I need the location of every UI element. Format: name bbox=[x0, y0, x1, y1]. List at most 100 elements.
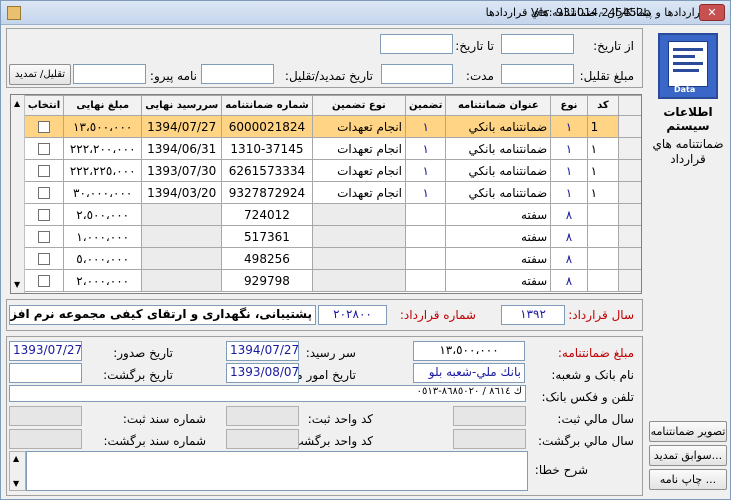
cell-final-amount[interactable]: ١٣،٥٠٠،٠٠٠ bbox=[63, 115, 143, 138]
cell-guarantee-type[interactable]: انجام تعهدات bbox=[311, 159, 407, 182]
col-final-amount[interactable]: مبلغ نهایی bbox=[63, 95, 143, 116]
cell-type[interactable]: ١ bbox=[550, 159, 588, 182]
table-row[interactable]: ١٣،٥٠٠،٠٠٠ 1394/07/27 6000021824 انجام تعهد… bbox=[11, 115, 641, 138]
cell-title[interactable]: سفته bbox=[445, 269, 552, 292]
cell-guarantee[interactable]: ١ bbox=[404, 137, 447, 160]
cell-type[interactable]: ٨ bbox=[550, 269, 588, 292]
cell-title[interactable]: سفته bbox=[445, 203, 552, 226]
contract-number-input[interactable]: ٢٠٢٨٠٠ bbox=[318, 305, 387, 325]
cell-guarantee-number[interactable]: 1310-37145 bbox=[221, 137, 313, 160]
cell-code[interactable] bbox=[586, 247, 620, 270]
table-row[interactable]: ٥،٠٠٠،٠٠٠ 498256 سفته ٨ bbox=[11, 247, 641, 270]
cell-guarantee-number[interactable]: 517361 bbox=[221, 225, 313, 248]
scroll-up-icon[interactable]: ▲ bbox=[13, 454, 19, 463]
checkbox[interactable] bbox=[38, 143, 51, 155]
cell-row-gutter[interactable] bbox=[618, 247, 641, 270]
cell-select-checkbox[interactable] bbox=[23, 159, 65, 182]
table-row[interactable]: ٢٢٢،٢٠٠،٠٠٠ 1394/06/31 1310-37145 انجام تعه… bbox=[11, 137, 641, 160]
duration-input[interactable] bbox=[381, 64, 453, 84]
scroll-up-icon[interactable]: ▲ bbox=[14, 99, 20, 108]
cell-code[interactable] bbox=[586, 225, 620, 248]
finance-date-input[interactable]: 1393/08/07 bbox=[226, 363, 299, 383]
cell-code[interactable] bbox=[586, 269, 620, 292]
col-title[interactable]: عنوان ضمانتنامه bbox=[445, 95, 552, 116]
cell-final-due[interactable]: 1394/07/27 bbox=[141, 115, 223, 138]
cell-select-checkbox[interactable] bbox=[23, 247, 65, 270]
col-final-due[interactable]: سررسید نهایی bbox=[141, 95, 223, 116]
cell-code[interactable]: ١ bbox=[586, 181, 620, 204]
cell-guarantee-type[interactable] bbox=[311, 269, 407, 292]
cell-final-due[interactable]: 1394/06/31 bbox=[141, 137, 223, 160]
close-button[interactable]: ✕ bbox=[699, 4, 725, 21]
cell-title[interactable]: ضمانتنامه بانكي bbox=[445, 181, 552, 204]
cell-row-gutter[interactable] bbox=[618, 269, 641, 292]
cell-code[interactable]: ١ bbox=[586, 137, 620, 160]
table-row[interactable]: ١،٠٠٠،٠٠٠ 517361 سفته ٨ bbox=[11, 225, 641, 248]
col-select[interactable]: انتخاب bbox=[23, 95, 65, 116]
cell-row-gutter[interactable] bbox=[618, 225, 641, 248]
table-scrollbar[interactable]: ▲ ▼ bbox=[11, 95, 25, 293]
guarantee-image-button[interactable]: تصویر ضمانتنامه bbox=[649, 421, 727, 442]
cell-guarantee[interactable] bbox=[404, 225, 447, 248]
col-guarantee[interactable]: تضمین bbox=[404, 95, 447, 116]
cell-guarantee-type[interactable]: انجام تعهدات bbox=[311, 181, 407, 204]
col-code[interactable]: کد bbox=[586, 95, 620, 116]
cell-select-checkbox[interactable] bbox=[23, 115, 65, 138]
cell-row-gutter[interactable] bbox=[618, 137, 641, 160]
reduce-extend-button[interactable]: تقلیل/ تمدید bbox=[9, 64, 71, 85]
cell-guarantee-number[interactable]: 724012 bbox=[221, 203, 313, 226]
cell-guarantee-type[interactable] bbox=[311, 247, 407, 270]
ext-date-input[interactable] bbox=[201, 64, 274, 84]
cell-final-amount[interactable]: ٢،٥٠٠،٠٠٠ bbox=[63, 203, 143, 226]
error-scrollbar[interactable]: ▲ ▼ bbox=[9, 451, 26, 491]
cell-guarantee-number[interactable]: 6000021824 bbox=[221, 115, 313, 138]
cell-guarantee-number[interactable]: 6261573334 bbox=[221, 159, 313, 182]
cell-final-amount[interactable]: ٢٢٢،٢٠٠،٠٠٠ bbox=[63, 137, 143, 160]
col-type[interactable]: نوع bbox=[550, 95, 588, 116]
checkbox[interactable] bbox=[38, 165, 51, 177]
cell-select-checkbox[interactable] bbox=[23, 137, 65, 160]
cell-select-checkbox[interactable] bbox=[23, 269, 65, 292]
cell-type[interactable]: ٨ bbox=[550, 225, 588, 248]
cell-final-due[interactable]: 1394/03/20 bbox=[141, 181, 223, 204]
fiscal-year-reg-input[interactable] bbox=[453, 406, 526, 426]
cell-title[interactable]: ضمانتنامه بانكي bbox=[445, 115, 552, 138]
checkbox[interactable] bbox=[38, 209, 51, 221]
table-row[interactable]: ٢،٠٠٠،٠٠٠ 929798 سفته ٨ bbox=[11, 269, 641, 292]
cell-title[interactable]: ضمانتنامه بانكي bbox=[445, 159, 552, 182]
cell-final-due[interactable] bbox=[141, 225, 223, 248]
cell-guarantee-number[interactable]: 9327872924 bbox=[221, 181, 313, 204]
unit-reg-input[interactable] bbox=[226, 406, 299, 426]
cell-type[interactable]: ١ bbox=[550, 181, 588, 204]
col-guarantee-number[interactable]: شماره ضمانتنامه bbox=[221, 95, 313, 116]
extension-history-button[interactable]: سوابق تمدید... bbox=[649, 445, 727, 466]
checkbox[interactable] bbox=[38, 253, 51, 265]
cell-type[interactable]: ٨ bbox=[550, 203, 588, 226]
cell-type[interactable]: ١ bbox=[550, 115, 588, 138]
cell-title[interactable]: سفته bbox=[445, 247, 552, 270]
scroll-down-icon[interactable]: ▼ bbox=[13, 479, 19, 488]
checkbox[interactable] bbox=[38, 231, 51, 243]
cell-final-amount[interactable]: ٥،٠٠٠،٠٠٠ bbox=[63, 247, 143, 270]
cell-code[interactable] bbox=[586, 203, 620, 226]
cell-type[interactable]: ٨ bbox=[550, 247, 588, 270]
cell-guarantee[interactable]: ١ bbox=[404, 159, 447, 182]
cell-select-checkbox[interactable] bbox=[23, 203, 65, 226]
cell-final-due[interactable]: 1393/07/30 bbox=[141, 159, 223, 182]
table-row[interactable]: ٢،٥٠٠،٠٠٠ 724012 سفته ٨ bbox=[11, 203, 641, 226]
cell-final-due[interactable] bbox=[141, 247, 223, 270]
cell-type[interactable]: ١ bbox=[550, 137, 588, 160]
doc-ret-input[interactable] bbox=[9, 429, 82, 449]
cell-title[interactable]: سفته bbox=[445, 225, 552, 248]
return-date-input[interactable] bbox=[9, 363, 82, 383]
checkbox[interactable] bbox=[38, 187, 51, 199]
from-date-input[interactable] bbox=[501, 34, 574, 54]
table-row[interactable]: ٣٠،٠٠٠،٠٠٠ 1394/03/20 9327872924 انجام تعهد… bbox=[11, 181, 641, 204]
checkbox[interactable] bbox=[38, 121, 51, 133]
bank-input[interactable]: بانك ملي-شعبه بلو bbox=[413, 363, 525, 383]
scroll-down-icon[interactable]: ▼ bbox=[14, 280, 20, 289]
cell-row-gutter[interactable] bbox=[618, 181, 641, 204]
cell-guarantee-type[interactable]: انجام تعهدات bbox=[311, 137, 407, 160]
cell-row-gutter[interactable] bbox=[618, 203, 641, 226]
cell-row-gutter[interactable] bbox=[618, 159, 641, 182]
